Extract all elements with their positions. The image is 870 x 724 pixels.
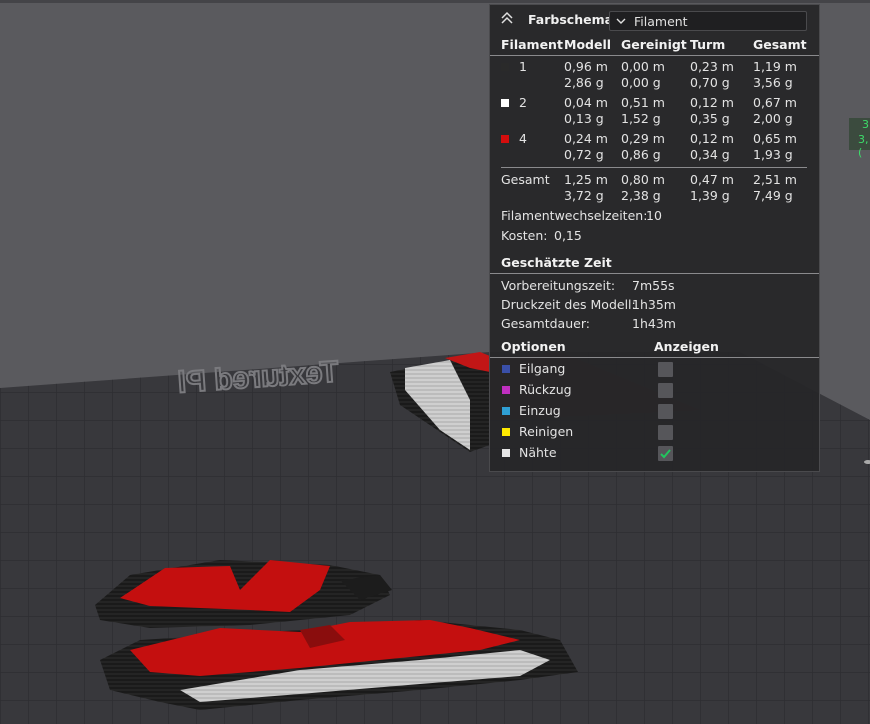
option-checkbox[interactable] <box>658 425 673 440</box>
option-checkbox[interactable] <box>658 404 673 419</box>
turm-length: 0,23 m <box>690 59 734 74</box>
options-header: Optionen <box>501 339 566 354</box>
gesamt-length: 1,19 m <box>753 59 797 74</box>
filament-color-swatch <box>501 135 509 143</box>
prep-time-label: Vorbereitungszeit: <box>501 278 616 293</box>
collapse-chevron-icon[interactable] <box>500 11 514 25</box>
option-color-swatch <box>502 386 510 394</box>
prep-time-value: 7m55s <box>632 278 675 293</box>
modell-length: 0,24 m <box>564 131 608 146</box>
filament-color-swatch <box>501 99 509 107</box>
gesamt-weight: 3,56 g <box>753 75 793 90</box>
color-scheme-label: Farbschema <box>528 12 614 27</box>
gereinigt-weight: 1,52 g <box>621 111 661 126</box>
total-divider <box>501 167 807 168</box>
total-turm-weight: 1,39 g <box>690 188 730 203</box>
total-time-label: Gesamtdauer: <box>501 316 590 331</box>
gereinigt-weight: 0,86 g <box>621 147 661 162</box>
turm-length: 0,12 m <box>690 95 734 110</box>
side-indicator-line1: 3 <box>862 118 869 131</box>
gereinigt-length: 0,29 m <box>621 131 665 146</box>
option-color-swatch <box>502 365 510 373</box>
option-color-swatch <box>502 428 510 436</box>
total-gesamt-weight: 7,49 g <box>753 188 793 203</box>
option-color-swatch <box>502 449 510 457</box>
turm-length: 0,12 m <box>690 131 734 146</box>
side-indicator-line2: 3,( <box>858 133 869 159</box>
option-label: Eilgang <box>519 361 566 376</box>
checkmark-icon <box>660 449 671 459</box>
total-label: Gesamt <box>501 172 550 187</box>
filament-id: 2 <box>519 95 527 110</box>
option-label: Rückzug <box>519 382 572 397</box>
total-gereinigt-weight: 2,38 g <box>621 188 661 203</box>
col-header-gereinigt: Gereinigt <box>621 37 687 52</box>
color-scheme-dropdown[interactable]: Filament <box>609 11 807 31</box>
turm-weight: 0,35 g <box>690 111 730 126</box>
gesamt-length: 0,65 m <box>753 131 797 146</box>
option-label: Einzug <box>519 403 561 418</box>
total-turm-length: 0,47 m <box>690 172 734 187</box>
gereinigt-length: 0,00 m <box>621 59 665 74</box>
option-label: Nähte <box>519 445 557 460</box>
model-print-time-value: 1h35m <box>632 297 676 312</box>
color-scheme-value: Filament <box>634 14 688 29</box>
col-header-gesamt: Gesamt <box>753 37 807 52</box>
side-layer-indicator: 3 3,( <box>849 118 870 159</box>
total-gesamt-length: 2,51 m <box>753 172 797 187</box>
option-checkbox[interactable] <box>658 383 673 398</box>
gesamt-length: 0,67 m <box>753 95 797 110</box>
turm-weight: 0,70 g <box>690 75 730 90</box>
option-checkbox[interactable] <box>658 446 673 461</box>
filament-id: 4 <box>519 131 527 146</box>
modell-weight: 0,72 g <box>564 147 604 162</box>
panel-header: Farbschema Filament <box>490 5 819 35</box>
filament-changes-label: Filamentwechselzeiten: <box>501 208 648 223</box>
gereinigt-weight: 0,00 g <box>621 75 661 90</box>
filament-color-swatch <box>501 63 509 71</box>
filament-changes-value: 10 <box>646 208 662 223</box>
total-modell-weight: 3,72 g <box>564 188 604 203</box>
header-divider <box>490 55 819 56</box>
turm-weight: 0,34 g <box>690 147 730 162</box>
modell-length: 0,96 m <box>564 59 608 74</box>
col-header-modell: Modell <box>564 37 612 52</box>
gesamt-weight: 1,93 g <box>753 147 793 162</box>
option-checkbox[interactable] <box>658 362 673 377</box>
cost-label: Kosten: <box>501 228 548 243</box>
gcode-statistics-panel: Farbschema Filament Filament Modell Gere… <box>489 4 820 472</box>
cost-value: 0,15 <box>554 228 582 243</box>
modell-weight: 2,86 g <box>564 75 604 90</box>
total-modell-length: 1,25 m <box>564 172 608 187</box>
filament-id: 1 <box>519 59 527 74</box>
time-divider <box>490 273 819 274</box>
estimated-time-title: Geschätzte Zeit <box>501 255 612 270</box>
modell-weight: 0,13 g <box>564 111 604 126</box>
total-gereinigt-length: 0,80 m <box>621 172 665 187</box>
show-header: Anzeigen <box>654 339 719 354</box>
modell-length: 0,04 m <box>564 95 608 110</box>
col-header-turm: Turm <box>690 37 726 52</box>
option-label: Reinigen <box>519 424 574 439</box>
chevron-down-icon <box>616 18 626 24</box>
model-print-time-label: Druckzeit des Modell: <box>501 297 636 312</box>
col-header-filament: Filament <box>501 37 563 52</box>
total-time-value: 1h43m <box>632 316 676 331</box>
options-divider <box>490 357 819 358</box>
gesamt-weight: 2,00 g <box>753 111 793 126</box>
option-color-swatch <box>502 407 510 415</box>
gereinigt-length: 0,51 m <box>621 95 665 110</box>
